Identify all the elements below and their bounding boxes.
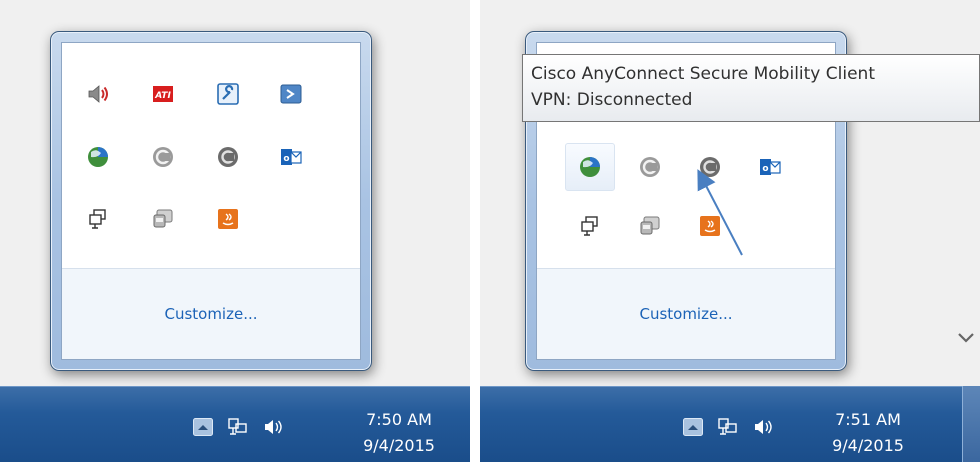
system-clock[interactable]: 7:51 AM 9/4/2015 [823, 407, 913, 459]
powershell-icon[interactable] [280, 83, 302, 105]
clock-date: 9/4/2015 [363, 436, 435, 455]
taskbar: 7:50 AM 9/4/2015 [0, 386, 470, 462]
sync-icon[interactable] [152, 146, 174, 168]
tooltip-status: VPN: Disconnected [531, 90, 693, 110]
customize-area: Customize... [62, 268, 360, 359]
customize-link[interactable]: Customize... [164, 305, 257, 323]
svg-text:o: o [762, 164, 768, 174]
outlook-icon[interactable]: o [759, 156, 781, 178]
sync-icon[interactable] [639, 156, 661, 178]
windows-display-icon[interactable] [87, 208, 109, 230]
left-screenshot-panel: ATI o Customize... 7:50 AM 9/4/2015 [0, 0, 470, 462]
show-desktop-button[interactable] [962, 386, 980, 462]
tray-icon-grid: ATI o [62, 43, 360, 268]
outlook-icon[interactable]: o [280, 146, 302, 168]
network-globe-icon[interactable] [579, 156, 601, 178]
cisco-anyconnect-icon[interactable] [699, 156, 721, 178]
customize-area: Customize... [537, 268, 835, 359]
network-icon[interactable] [718, 418, 738, 436]
ati-icon-label: ATI [154, 91, 171, 101]
ati-icon[interactable]: ATI [152, 83, 174, 105]
network-icon[interactable] [228, 418, 248, 436]
customize-link[interactable]: Customize... [639, 305, 732, 323]
speaker-icon[interactable] [263, 418, 283, 436]
speaker-icon[interactable] [753, 418, 773, 436]
volume-icon[interactable] [87, 83, 109, 105]
java-icon[interactable] [699, 215, 721, 237]
clock-time: 7:51 AM [835, 410, 901, 429]
anyconnect-tooltip: Cisco AnyConnect Secure Mobility Client … [522, 54, 980, 122]
flyout-content: ATI o Customize... [61, 42, 361, 360]
clock-date: 9/4/2015 [832, 436, 904, 455]
clock-time: 7:50 AM [366, 410, 432, 429]
taskbar: 7:51 AM 9/4/2015 [480, 386, 980, 462]
network-globe-icon[interactable] [87, 146, 109, 168]
windows-display-icon[interactable] [579, 215, 601, 237]
java-icon[interactable] [217, 208, 239, 230]
system-clock[interactable]: 7:50 AM 9/4/2015 [354, 407, 444, 459]
tools-icon[interactable] [217, 83, 239, 105]
svg-text:o: o [283, 154, 289, 164]
show-hidden-icons-button[interactable] [193, 418, 213, 436]
removable-device-icon[interactable] [639, 215, 661, 237]
notification-overflow-flyout: ATI o Customize... [50, 31, 372, 371]
cisco-anyconnect-icon[interactable] [217, 146, 239, 168]
chevron-down-icon[interactable] [956, 330, 976, 346]
removable-device-icon[interactable] [152, 208, 174, 230]
show-hidden-icons-button[interactable] [683, 418, 703, 436]
tooltip-title: Cisco AnyConnect Secure Mobility Client [531, 64, 875, 84]
right-screenshot-panel: o Customize... Cisco AnyConnect Secure M… [480, 0, 980, 462]
